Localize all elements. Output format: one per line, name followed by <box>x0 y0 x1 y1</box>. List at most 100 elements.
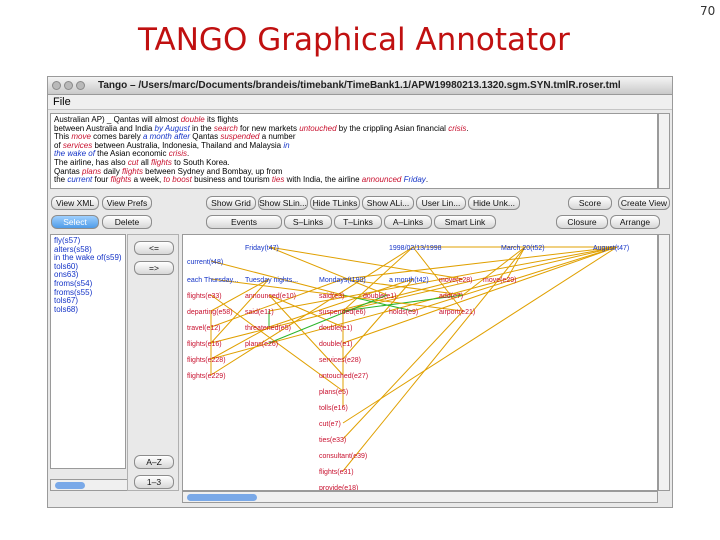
graph-node[interactable]: flights(e31) <box>319 469 354 476</box>
timex-token[interactable]: Friday <box>404 175 426 184</box>
link-edge[interactable] <box>342 246 618 280</box>
text-span: business and tourism <box>191 175 272 185</box>
event-token[interactable]: announced <box>362 175 402 184</box>
link-graph-canvas[interactable]: Friday(t47) 1998/02/13/1998 March 20(t52) A… <box>182 234 658 491</box>
a-links-button[interactable]: A–Links <box>384 215 432 229</box>
window-controls <box>52 81 88 93</box>
smart-link-button[interactable]: Smart Link <box>434 215 496 229</box>
timex-token[interactable]: in <box>283 141 289 150</box>
timex-token[interactable]: current <box>67 175 92 184</box>
show-alin-button[interactable]: Show ALi... <box>362 196 414 210</box>
text-span: four <box>92 175 111 185</box>
create-view-button[interactable]: Create View <box>618 196 670 210</box>
text-span: with India, the airline <box>284 175 362 185</box>
graph-node[interactable]: flights(e33) <box>187 293 222 300</box>
close-window-icon[interactable] <box>52 81 61 90</box>
graph-node[interactable]: double(e1) <box>319 341 352 348</box>
window-titlebar[interactable]: Tango – /Users/marc/Documents/brandeis/t… <box>48 77 672 95</box>
graph-node[interactable]: August(t47) <box>593 245 629 252</box>
graph-node[interactable]: travel(e12) <box>187 325 220 332</box>
show-slin-button[interactable]: Show SLin... <box>258 196 308 210</box>
events-button[interactable]: Events <box>206 215 282 229</box>
s-links-button[interactable]: S–Links <box>284 215 332 229</box>
event-token[interactable]: ties <box>272 175 284 184</box>
event-token[interactable]: to boost <box>163 175 191 184</box>
toolbar-views: View XML View Prefs Show Grid Show SLin... H… <box>48 196 672 210</box>
view-prefs-button[interactable]: View Prefs <box>102 196 152 210</box>
menu-file[interactable]: File <box>53 96 71 108</box>
graph-node[interactable]: airport(e21) <box>439 309 475 316</box>
zoom-window-icon[interactable] <box>76 81 85 90</box>
graph-node[interactable]: untouched(e27) <box>319 373 368 380</box>
signal-list[interactable]: fly(s57) alters(s58) in the wake of(s59) to… <box>50 234 126 469</box>
graph-node[interactable]: double(e1) <box>363 293 396 300</box>
graph-node[interactable]: said(e3) <box>319 293 344 300</box>
hide-unk-button[interactable]: Hide Unk... <box>468 196 520 210</box>
event-token[interactable]: flights <box>110 175 131 184</box>
annotated-text-pane[interactable]: Australian AP) _ Qantas will almost doub… <box>50 113 658 189</box>
graph-node[interactable]: departing(e58) <box>187 309 233 316</box>
show-grid-button[interactable]: Show Grid <box>206 196 256 210</box>
graph-node[interactable]: plans(e26) <box>245 341 278 348</box>
t-links-button[interactable]: T–Links <box>334 215 382 229</box>
closure-button[interactable]: Closure <box>556 215 608 229</box>
menu-bar: File <box>48 95 672 110</box>
graph-node[interactable]: Friday(t47) <box>245 245 279 252</box>
graph-node[interactable]: flights(e229) <box>187 373 226 380</box>
move-left-button[interactable]: <= <box>134 241 174 255</box>
graph-node[interactable]: 1998/02/13/1998 <box>389 245 442 252</box>
text-span: . <box>425 175 429 185</box>
sort-az-button[interactable]: A–Z <box>134 455 174 469</box>
graph-node[interactable]: threatened(e5) <box>245 325 291 332</box>
graph-node[interactable]: suspended(e6) <box>319 309 366 316</box>
graph-node[interactable]: announced(e10) <box>245 293 296 300</box>
text-span: a week, <box>131 175 164 185</box>
graph-node[interactable]: ties(e33) <box>319 437 346 444</box>
link-graph-svg[interactable]: Friday(t47) 1998/02/13/1998 March 20(t52) A… <box>183 235 658 491</box>
graph-node[interactable]: consultant(e39) <box>319 453 367 460</box>
window-title: Tango – /Users/marc/Documents/brandeis/t… <box>98 80 621 91</box>
graph-node[interactable]: a month(t42) <box>389 277 429 284</box>
graph-node[interactable]: March 20(t52) <box>501 245 545 252</box>
graph-node[interactable]: double(e1) <box>319 325 352 332</box>
text-span: . <box>466 123 469 133</box>
move-right-button[interactable]: => <box>134 261 174 275</box>
graph-node[interactable]: move(e29) <box>483 277 516 284</box>
graph-node[interactable]: tolls(e16) <box>319 405 348 412</box>
graph-node[interactable]: move(e28) <box>439 277 472 284</box>
graph-node[interactable]: Mondays(t190) <box>319 277 366 284</box>
tango-window: Tango – /Users/marc/Documents/brandeis/t… <box>47 76 673 508</box>
graph-node[interactable]: flights(e16) <box>187 341 222 348</box>
graph-node[interactable]: each Thursday... <box>187 277 239 284</box>
signal-list-item[interactable]: tols68) <box>54 305 122 315</box>
list-controls: <= => A–Z 1–3 <box>127 234 179 491</box>
arrange-button[interactable]: Arrange <box>610 215 660 229</box>
user-links-button[interactable]: User Lin... <box>416 196 466 210</box>
select-button[interactable]: Select <box>51 215 99 229</box>
graph-node[interactable]: flights(e228) <box>187 357 226 364</box>
link-edge[interactable] <box>268 246 388 296</box>
minimize-window-icon[interactable] <box>64 81 73 90</box>
slide-number: 70 <box>700 4 716 18</box>
scroll-thumb[interactable] <box>55 482 85 489</box>
graph-node[interactable]: holds(e9) <box>389 309 418 316</box>
graph-node[interactable]: plans(e5) <box>319 389 348 396</box>
text-pane-scrollbar[interactable] <box>658 113 670 189</box>
scroll-thumb[interactable] <box>187 494 257 501</box>
graph-node[interactable]: Tuesday nights... <box>245 277 298 284</box>
view-xml-button[interactable]: View XML <box>51 196 99 210</box>
event-token[interactable]: untouched <box>299 124 336 133</box>
link-edge[interactable] <box>210 246 414 376</box>
event-token[interactable]: crisis <box>448 124 466 133</box>
hide-tlinks-button[interactable]: Hide TLinks <box>310 196 360 210</box>
delete-button[interactable]: Delete <box>102 215 152 229</box>
score-button[interactable]: Score <box>568 196 612 210</box>
graph-node[interactable]: cut(e7) <box>319 421 341 428</box>
graph-node[interactable]: add(e7) <box>439 293 463 300</box>
graph-hscrollbar[interactable] <box>182 491 658 503</box>
graph-node[interactable]: services(e28) <box>319 357 361 364</box>
sort-13-button[interactable]: 1–3 <box>134 475 174 489</box>
graph-node[interactable]: current(t48) <box>187 259 223 266</box>
graph-node[interactable]: said(e11) <box>245 309 274 316</box>
graph-vscrollbar[interactable] <box>658 234 670 491</box>
